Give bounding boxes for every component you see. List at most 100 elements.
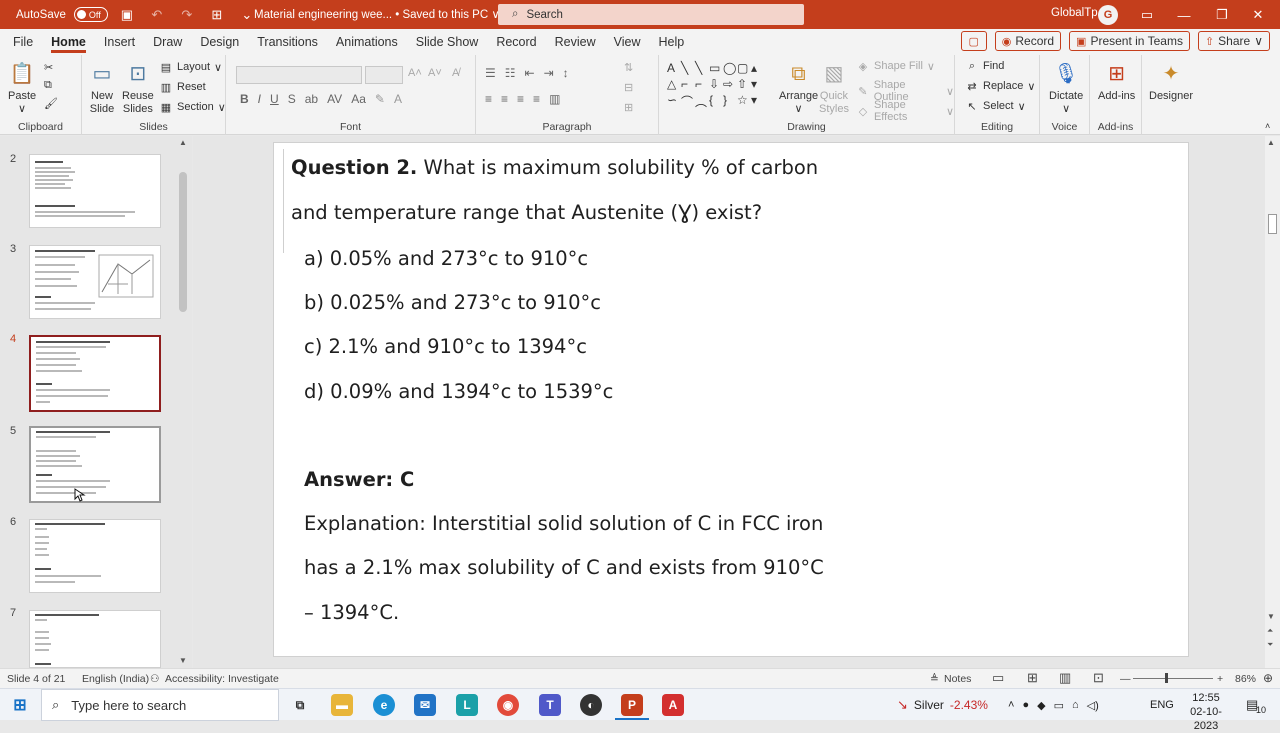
thumbnails-scrollbar[interactable]: ▲ ▼ [177,136,189,668]
clear-format-icon[interactable]: A̸ [452,67,459,79]
tray-app-icon[interactable]: ● [1022,699,1029,711]
oval-shape-icon[interactable]: ◯ [723,61,737,77]
edge-browser-icon[interactable]: e [373,694,395,716]
triangle-shape-icon[interactable]: △ [667,77,681,93]
show-hidden-icons-icon[interactable]: ˄ [1008,699,1014,711]
undo-icon[interactable]: ↶ [146,4,168,26]
arrow-up-shape-icon[interactable]: ⇧ [737,77,751,93]
designer-button[interactable]: ✦ Designer [1149,60,1193,103]
align-text-icon[interactable]: ⊟ [624,81,633,94]
increase-font-icon[interactable]: A˄ [408,67,422,79]
tab-home[interactable]: Home [42,29,95,55]
slide-thumbnail-6[interactable] [29,519,161,593]
avatar[interactable]: G [1098,5,1118,25]
scroll-up-icon[interactable]: ▲ [1267,138,1275,147]
font-name-box[interactable] [236,66,362,84]
line-shape-icon[interactable]: ╲ [695,61,709,77]
previous-slide-icon[interactable]: ⏶ [1267,626,1273,636]
format-painter-icon[interactable]: 🖌 [44,97,58,110]
reset-button[interactable]: ▥ Reset [159,80,206,94]
notes-button[interactable]: Notes [944,673,971,685]
teams-icon[interactable]: T [539,694,561,716]
strikethrough-icon[interactable]: ab [305,92,318,106]
zoom-in-icon[interactable]: + [1217,673,1223,685]
highlight-icon[interactable]: ✎ [375,92,385,106]
stock-widget[interactable]: ↘ Silver -2.43% [897,689,988,721]
scroll-down-icon[interactable]: ▼ [179,656,187,665]
volume-icon[interactable]: ◁) [1087,699,1099,712]
explanation-line-1[interactable]: Explanation: Interstitial solid solution… [304,512,823,535]
fit-to-window-icon[interactable]: ⊕ [1263,671,1273,685]
find-button[interactable]: ⌕ Find [965,59,1005,73]
align-right-icon[interactable]: ≡ [517,92,524,106]
scrollbar-thumb[interactable] [1268,214,1277,234]
more-shapes-icon[interactable]: ▴ [751,61,765,77]
tab-view[interactable]: View [605,29,650,55]
answer-heading[interactable]: Answer: C [304,468,414,491]
decrease-font-icon[interactable]: A˅ [428,67,442,79]
obs-icon[interactable]: ◐ [580,694,602,716]
decrease-indent-icon[interactable]: ⇤ [525,66,535,80]
text-direction-icon[interactable]: ⇅ [624,61,633,74]
align-left-icon[interactable]: ≡ [485,92,492,106]
save-icon[interactable]: ▣ [116,4,138,26]
slide-counter[interactable]: Slide 4 of 21 [7,673,65,685]
task-view-icon[interactable]: ⧉ [289,694,311,716]
chrome-icon[interactable]: ◉ [497,694,519,716]
next-slide-icon[interactable]: ⏷ [1267,640,1273,650]
tab-record[interactable]: Record [487,29,545,55]
mail-icon[interactable]: ✉ [414,694,436,716]
change-case-icon[interactable]: Aa [351,92,366,106]
restore-icon[interactable]: ❐ [1211,4,1233,26]
tab-review[interactable]: Review [546,29,605,55]
battery-icon[interactable]: ▭ [1054,699,1064,712]
elbow-shape-icon[interactable]: ⌐ [681,77,695,93]
tab-transitions[interactable]: Transitions [248,29,327,55]
scrollbar-thumb[interactable] [179,172,187,312]
scroll-down-icon[interactable]: ▼ [1267,612,1275,621]
reuse-slides-button[interactable]: ⊡ Reuse Slides [122,60,154,116]
close-icon[interactable]: ✕ [1247,4,1269,26]
new-slide-button[interactable]: ▭ New Slide [88,60,116,116]
zoom-out-icon[interactable]: — [1120,673,1131,685]
search-box[interactable]: ⌕ Search [498,4,804,25]
present-icon[interactable]: ⊞ [206,4,228,26]
shapes-gallery[interactable]: A ╲ ╲ ▭ ◯ ▢ ▴ △ ⌐ ⌐ ⇩ ⇨ ⇧ ▾ ∽ ⌒ ︵{} ☆ ▾ [667,61,767,109]
bullets-icon[interactable]: ☰ [485,66,496,80]
expand-shapes-icon[interactable]: ▾ [751,93,765,109]
autosave-toggle[interactable]: Off [73,7,108,22]
taskbar-search-box[interactable]: ⌕ Type here to search [41,689,279,721]
shape-effects-button[interactable]: ◇ Shape Effects ∨ [856,99,954,123]
section-button[interactable]: ▦ Section ∨ [159,100,226,114]
tab-insert[interactable]: Insert [95,29,144,55]
input-language[interactable]: ENG [1150,689,1174,721]
file-explorer-icon[interactable]: ▬ [331,694,353,716]
explanation-line-2[interactable]: has a 2.1% max solubility of C and exist… [304,556,824,579]
record-button[interactable]: ◉ Record [994,31,1062,51]
dictate-button[interactable]: 🎙 Dictate ∨ [1049,60,1083,116]
line-shape-icon[interactable]: ╲ [681,61,695,77]
option-b[interactable]: b) 0.025% and 273°c to 910°c [304,291,601,314]
cut-icon[interactable]: ✂ [44,61,53,74]
canvas-scrollbar[interactable]: ▲ ▼ ⏶ ⏷ [1265,136,1280,668]
current-slide[interactable]: Question 2. What is maximum solubility %… [273,142,1189,657]
collapse-ribbon-icon[interactable]: ˄ [1265,121,1270,131]
arc-shape-icon[interactable]: ︵ [695,93,709,109]
slide-thumbnail-2[interactable] [29,154,161,228]
replace-button[interactable]: ⇄ Replace ∨ [965,79,1035,93]
zoom-slider[interactable] [1133,678,1213,679]
tray-app-icon[interactable]: ◆ [1037,699,1045,712]
question-line-1[interactable]: Question 2. What is maximum solubility %… [291,156,818,179]
font-color-icon[interactable]: A [394,92,402,106]
rounded-rect-shape-icon[interactable]: ▢ [737,61,751,77]
redo-icon[interactable]: ↷ [176,4,198,26]
language-indicator[interactable]: English (India) [82,673,149,685]
slide-thumbnail-7[interactable] [29,610,161,668]
brace-left-shape-icon[interactable]: { [709,93,723,109]
slide-thumbnail-4[interactable] [29,335,161,412]
copy-icon[interactable]: ⧉ [44,79,52,92]
question-line-2[interactable]: and temperature range that Austenite (Ɣ)… [291,201,762,224]
more-shapes-icon[interactable]: ▾ [751,77,765,93]
tab-design[interactable]: Design [191,29,248,55]
brace-right-shape-icon[interactable]: } [723,93,737,109]
